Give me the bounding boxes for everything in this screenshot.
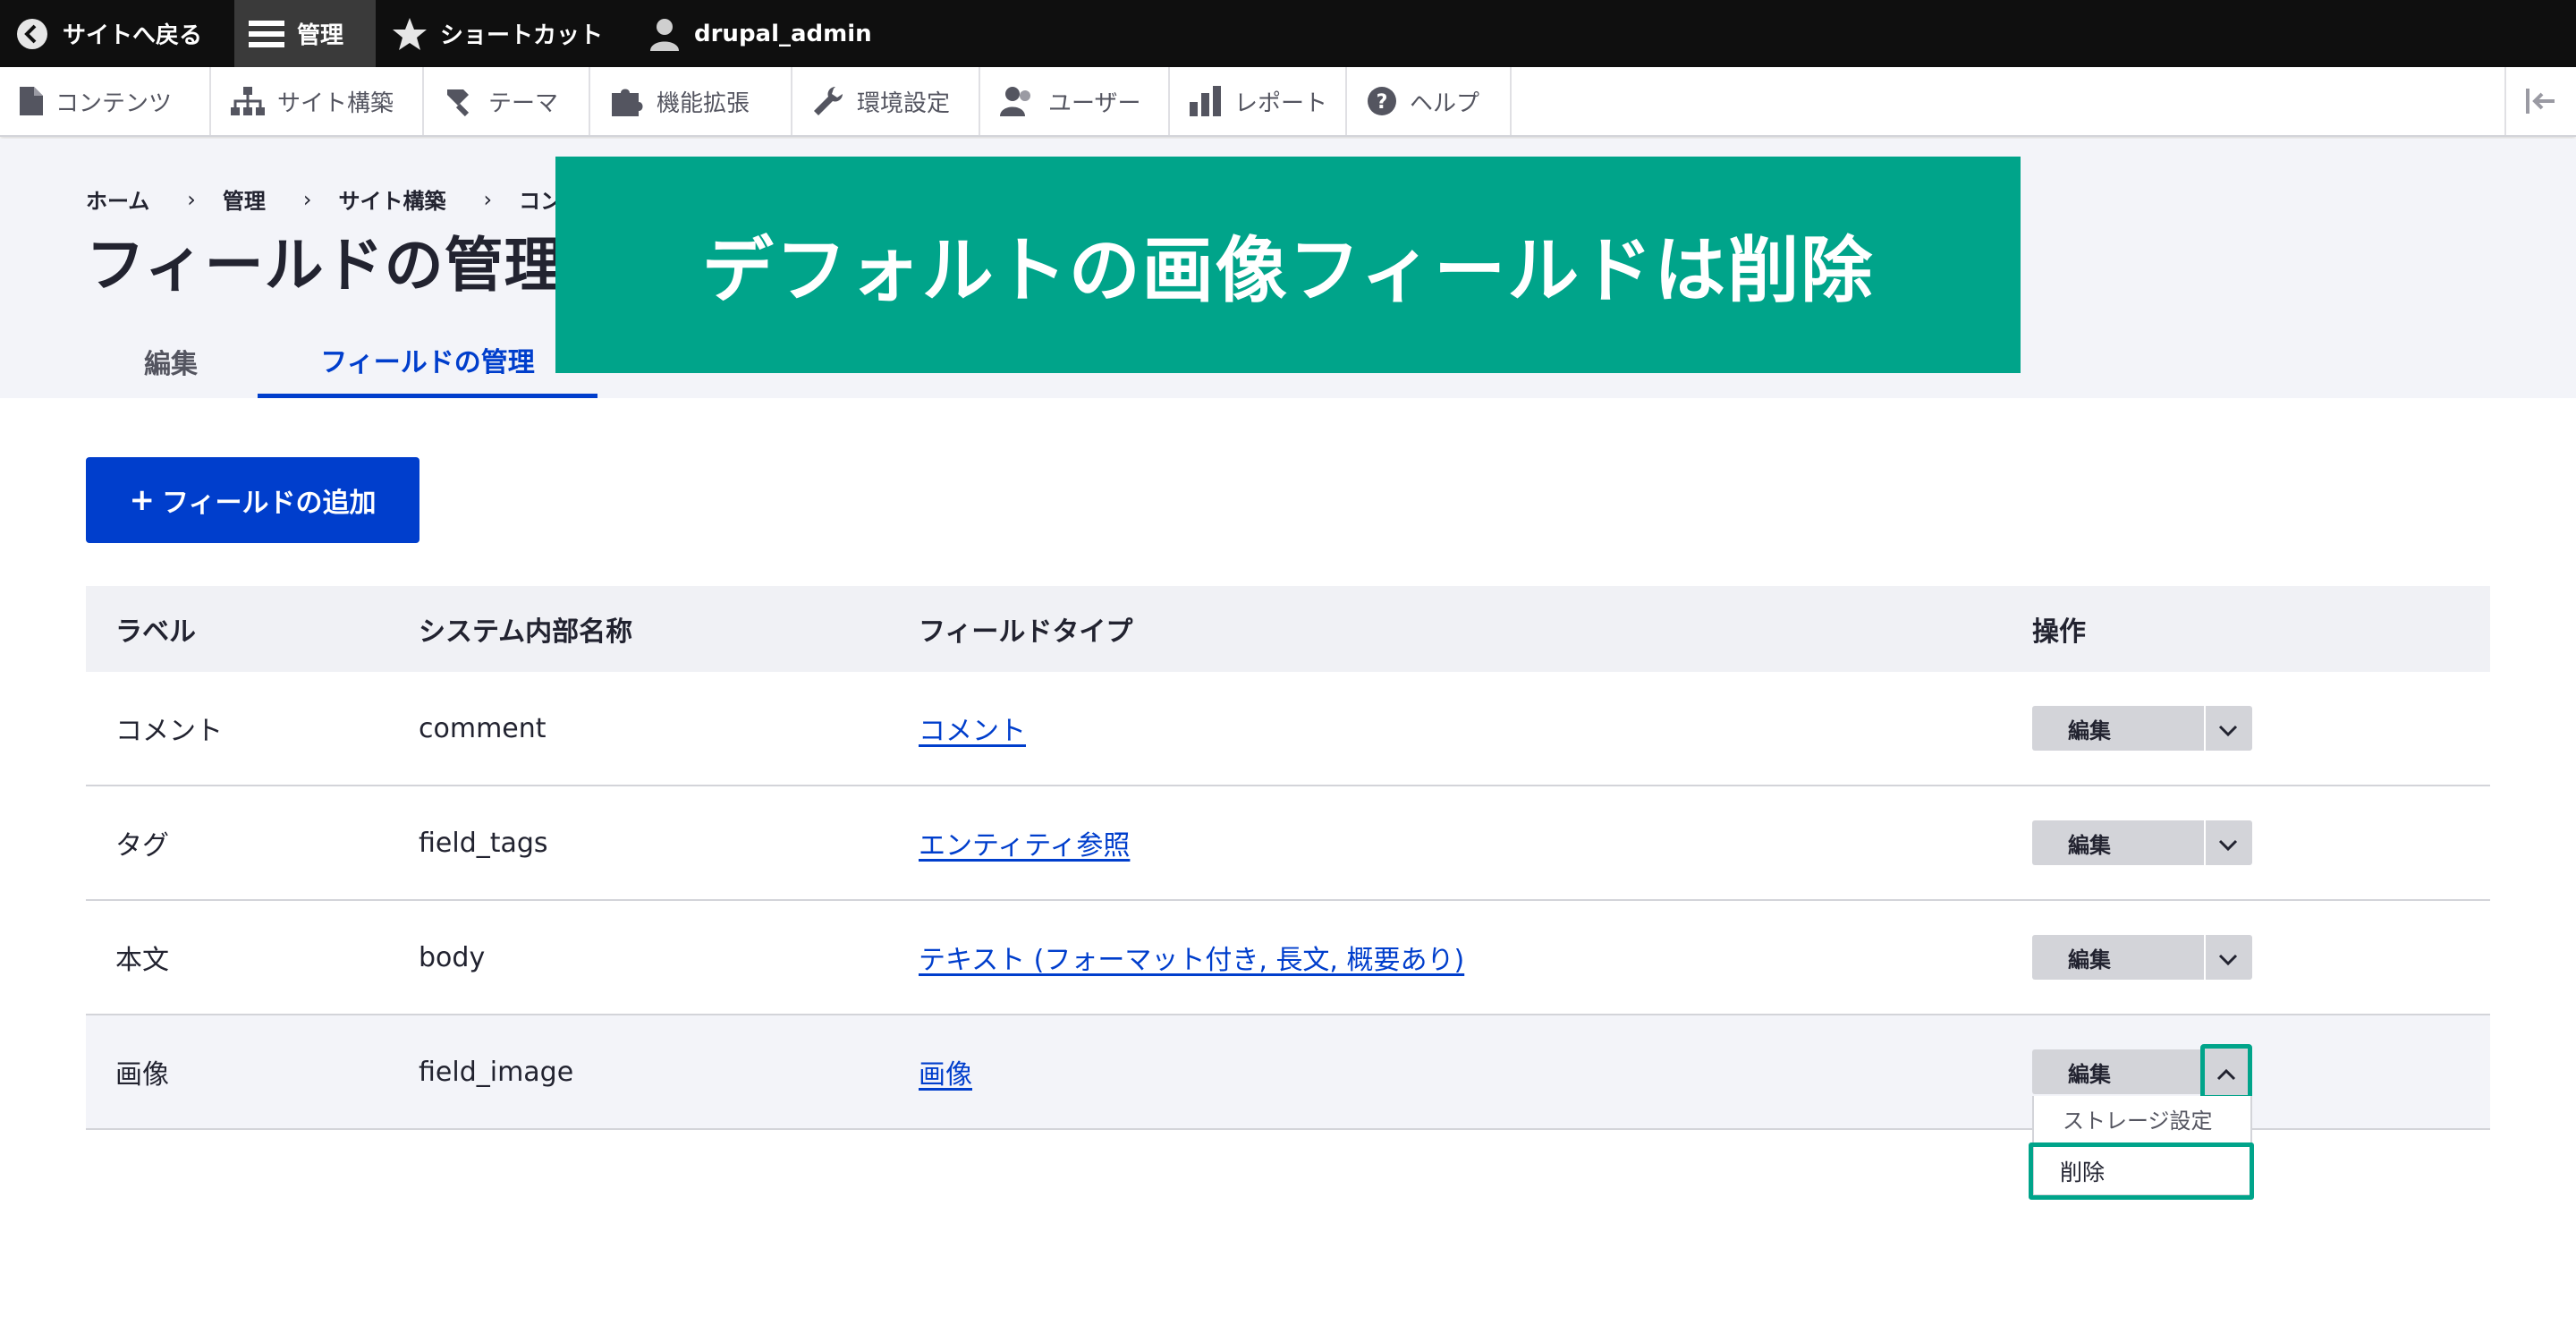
tab-edit[interactable]: 編集 <box>86 325 256 398</box>
breadcrumb-home[interactable]: ホーム <box>86 183 149 215</box>
tray-label: ユーザー <box>1048 89 1141 117</box>
tray-item-appearance[interactable]: テーマ <box>424 67 590 135</box>
edit-button[interactable]: 編集 <box>2032 706 2204 751</box>
tray-label: サイト構築 <box>277 89 394 117</box>
chevron-down-icon <box>2218 713 2238 744</box>
row-machine-name: field_image <box>419 1056 574 1088</box>
field-type-link[interactable]: 画像 <box>919 1052 972 1091</box>
tray-item-config[interactable]: 環境設定 <box>792 67 980 135</box>
column-header-field-type: フィールドタイプ <box>919 616 1133 648</box>
table-row: 本文 body テキスト (フォーマット付き, 長文, 概要あり) 編集 <box>86 901 2490 1015</box>
tray-label: コンテンツ <box>55 89 173 117</box>
tray-label: テーマ <box>488 89 559 117</box>
wrench-icon <box>812 85 844 117</box>
puzzle-icon <box>610 86 644 116</box>
dropbutton-toggle[interactable] <box>2200 1044 2252 1100</box>
table-row: タグ field_tags エンティティ参照 編集 <box>86 786 2490 901</box>
table-row: コメント comment コメント 編集 <box>86 672 2490 786</box>
page-title: フィールドの管理 <box>86 231 564 300</box>
shortcuts-tab[interactable]: ショートカット <box>392 0 603 67</box>
field-type-link[interactable]: エンティティ参照 <box>919 823 1130 862</box>
dropbutton-toggle[interactable] <box>2204 706 2250 751</box>
field-type-link[interactable]: コメント <box>919 709 1026 748</box>
storage-settings-link[interactable]: ストレージ設定 <box>2034 1096 2250 1141</box>
file-icon <box>20 87 43 115</box>
chevron-up-icon <box>2216 1057 2236 1088</box>
tray-label: 機能拡張 <box>657 89 750 117</box>
row-label: 本文 <box>115 945 169 976</box>
tray-item-content[interactable]: コンテンツ <box>0 67 211 135</box>
field-type-link[interactable]: テキスト (フォーマット付き, 長文, 概要あり) <box>919 938 1464 977</box>
operations-dropbutton: 編集 <box>2032 935 2252 980</box>
row-machine-name: body <box>419 941 486 973</box>
column-header-machine-name: システム内部名称 <box>419 616 633 648</box>
dropbutton-menu: ストレージ設定 削除 <box>2029 1096 2254 1200</box>
row-label: タグ <box>115 830 169 862</box>
collapse-icon <box>2526 89 2556 114</box>
operations-dropbutton: 編集 <box>2032 820 2252 865</box>
tray-label: 環境設定 <box>857 89 951 117</box>
back-to-site-link[interactable]: サイトへ戻る <box>16 0 202 67</box>
row-machine-name: field_tags <box>419 827 548 859</box>
dropbutton-toggle[interactable] <box>2204 935 2250 980</box>
collapse-tray-button[interactable] <box>2504 67 2576 135</box>
manage-tab[interactable]: 管理 <box>234 0 376 67</box>
annotation-banner: デフォルトの画像フィールドは削除 <box>555 157 2021 373</box>
paint-roller-icon <box>444 86 476 116</box>
bar-chart-icon <box>1190 86 1222 116</box>
star-icon <box>392 17 428 51</box>
tray-item-people[interactable]: ユーザー <box>980 67 1170 135</box>
table-header: ラベル システム内部名称 フィールドタイプ 操作 <box>86 586 2490 672</box>
edit-button[interactable]: 編集 <box>2032 820 2204 865</box>
breadcrumb-separator: › <box>187 186 196 212</box>
tray-item-structure[interactable]: サイト構築 <box>211 67 424 135</box>
admin-toolbar: サイトへ戻る 管理 ショートカット drupal_admin <box>0 0 2576 67</box>
breadcrumb-admin[interactable]: 管理 <box>223 183 266 215</box>
people-icon <box>1000 86 1036 116</box>
add-field-label: フィールドの追加 <box>162 488 377 519</box>
user-tab[interactable]: drupal_admin <box>649 0 872 67</box>
edit-button[interactable]: 編集 <box>2032 935 2204 980</box>
breadcrumb: ホーム › 管理 › サイト構築 › コンテ <box>86 183 583 215</box>
sitemap-icon <box>231 87 265 115</box>
manage-label: 管理 <box>297 22 344 49</box>
delete-link[interactable]: 削除 <box>2029 1142 2254 1200</box>
svg-text:?: ? <box>1377 91 1388 114</box>
tray-item-reports[interactable]: レポート <box>1170 67 1347 135</box>
fields-table: ラベル システム内部名称 フィールドタイプ 操作 コメント comment コメ… <box>86 586 2490 1130</box>
shortcuts-label: ショートカット <box>440 22 604 49</box>
hamburger-icon <box>249 18 284 50</box>
chevron-left-circle-icon <box>16 18 48 50</box>
user-icon <box>649 17 680 51</box>
add-field-button[interactable]: + フィールドの追加 <box>86 457 419 543</box>
edit-button[interactable]: 編集 <box>2032 1049 2204 1094</box>
column-header-label: ラベル <box>115 616 196 648</box>
tray-label: レポート <box>1234 89 1328 117</box>
column-header-operations: 操作 <box>2032 616 2086 648</box>
breadcrumb-separator: › <box>302 186 312 212</box>
breadcrumb-structure[interactable]: サイト構築 <box>339 183 446 215</box>
row-label: コメント <box>115 716 223 747</box>
operations-dropbutton: 編集 <box>2032 1044 2252 1100</box>
tray-item-extend[interactable]: 機能拡張 <box>590 67 792 135</box>
dropbutton-toggle[interactable] <box>2204 820 2250 865</box>
chevron-down-icon <box>2218 828 2238 859</box>
back-to-site-label: サイトへ戻る <box>63 22 203 49</box>
breadcrumb-separator: › <box>483 186 493 212</box>
operations-dropbutton: 編集 <box>2032 706 2252 751</box>
row-label: 画像 <box>115 1059 169 1091</box>
tray-label: ヘルプ <box>1410 89 1480 117</box>
user-name: drupal_admin <box>694 20 872 47</box>
admin-tray: コンテンツ サイト構築 テーマ 機能拡張 環境設定 ユーザー レポート ? ヘル… <box>0 67 2576 137</box>
plus-icon: + <box>129 482 156 518</box>
help-icon: ? <box>1367 86 1397 116</box>
row-machine-name: comment <box>419 712 547 744</box>
chevron-down-icon <box>2218 942 2238 973</box>
tray-item-help[interactable]: ? ヘルプ <box>1347 67 1512 135</box>
tab-manage-fields[interactable]: フィールドの管理 <box>258 325 597 398</box>
